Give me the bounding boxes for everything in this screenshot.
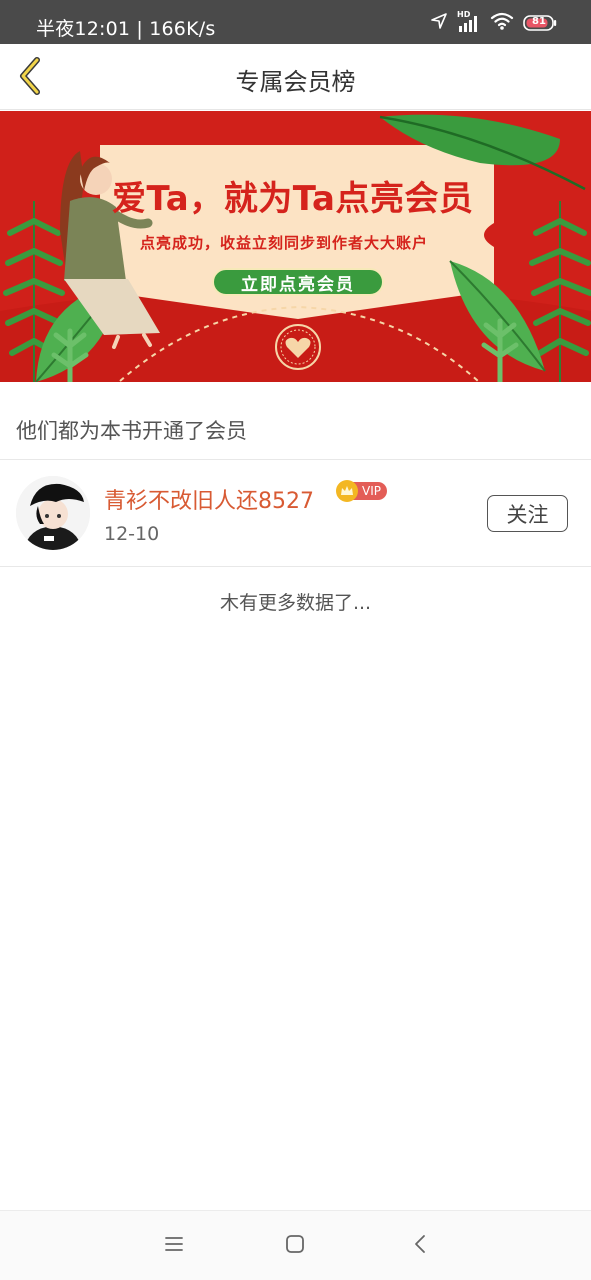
header: 专属会员榜 (0, 44, 591, 110)
back-chevron-icon (413, 1234, 427, 1258)
status-icons: HD 81 (430, 10, 557, 35)
status-bar: 半夜12:01 | 166K/s HD 81 (0, 0, 591, 44)
crown-icon (336, 480, 358, 502)
banner-headline: 爱Ta，就为Ta点亮会员 (112, 179, 474, 219)
light-up-membership-button[interactable]: 立即点亮会员 (212, 268, 384, 296)
divider (0, 566, 591, 567)
menu-icon (164, 1235, 184, 1257)
status-time-speed: 半夜12:01 | 166K/s (36, 18, 216, 40)
signal-icon: HD (457, 10, 481, 33)
home-square-icon (285, 1234, 305, 1258)
vip-badge: VIP (336, 480, 387, 502)
promo-banner[interactable]: 爱Ta，就为Ta点亮会员 点亮成功，收益立刻同步到作者大大账户 立即点亮会员 (0, 111, 591, 382)
menu-button[interactable] (159, 1231, 189, 1261)
section-title: 他们都为本书开通了会员 (16, 419, 247, 443)
home-button[interactable] (280, 1231, 310, 1261)
banner-subtitle: 点亮成功，收益立刻同步到作者大大账户 (140, 234, 429, 252)
member-date: 12-10 (104, 523, 160, 545)
nav-back-button[interactable] (405, 1231, 435, 1261)
follow-button[interactable]: 关注 (487, 495, 568, 532)
location-icon (430, 12, 448, 34)
system-nav-bar (0, 1210, 591, 1280)
battery-level: 81 (532, 16, 546, 27)
list-item[interactable]: 青衫不改旧人还8527 VIP 12-10 关注 (0, 460, 591, 566)
avatar[interactable] (16, 476, 90, 550)
no-more-data-text: 木有更多数据了... (219, 592, 372, 614)
page-title: 专属会员榜 (235, 68, 356, 96)
member-name[interactable]: 青衫不改旧人还8527 (104, 483, 314, 515)
battery-icon: 81 (523, 15, 557, 31)
wifi-icon (490, 11, 514, 35)
